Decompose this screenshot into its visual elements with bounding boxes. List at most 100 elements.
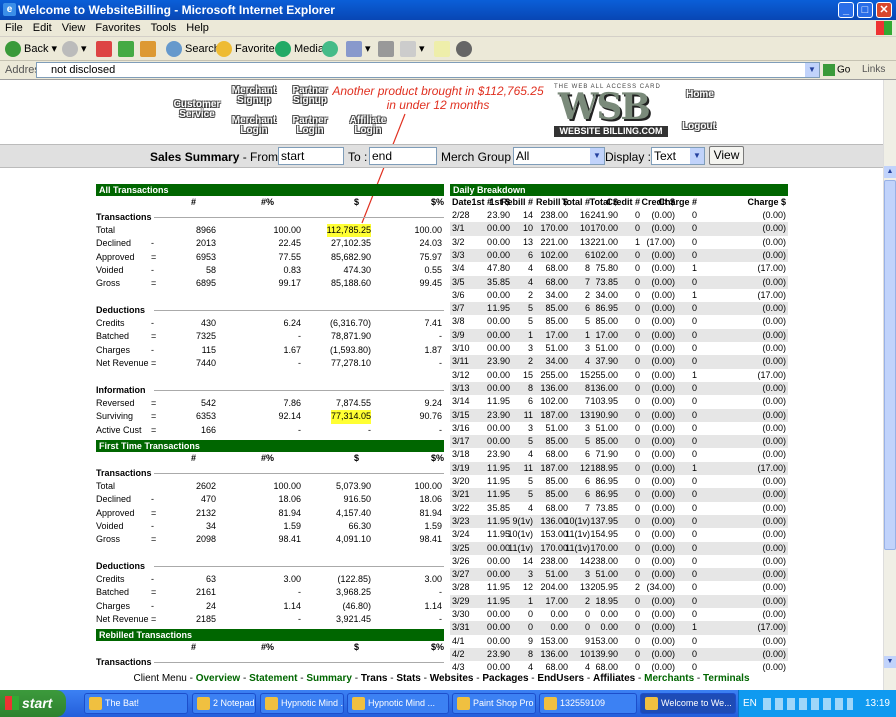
edit-button[interactable]: ▾: [400, 40, 425, 58]
cell: 99.45: [419, 278, 442, 289]
daily-cell: (0.00): [762, 529, 786, 540]
to-input[interactable]: end: [369, 147, 437, 165]
start-button[interactable]: start: [0, 690, 66, 717]
cell: 0.83: [283, 264, 301, 275]
taskbar-button[interactable]: Welcome to We...: [640, 693, 736, 714]
logout-link[interactable]: Logout: [678, 122, 720, 132]
menu-favorites[interactable]: Favorites: [90, 20, 145, 36]
daily-cell: 34.00: [545, 356, 568, 367]
scroll-up-button[interactable]: ▲: [884, 166, 896, 178]
menu-help[interactable]: Help: [181, 20, 214, 36]
view-button[interactable]: View: [709, 146, 744, 165]
cell: 9.24: [424, 398, 442, 408]
menu-edit[interactable]: Edit: [28, 20, 57, 36]
daily-cell: 3/9: [452, 329, 465, 340]
address-dropdown-icon[interactable]: ▼: [805, 63, 819, 77]
daily-cell: 0: [634, 595, 640, 606]
media-button[interactable]: Media: [275, 40, 324, 58]
taskbar-button[interactable]: The Bat!: [84, 693, 188, 714]
daily-column-header: Total #: [561, 197, 590, 207]
search-button[interactable]: Search: [166, 40, 220, 58]
merch-group-select[interactable]: All ▼: [513, 147, 605, 165]
daily-cell: 5: [527, 436, 533, 447]
refresh-icon: [118, 41, 134, 58]
messenger-button[interactable]: [456, 40, 475, 58]
display-select[interactable]: Text ▼: [651, 147, 705, 165]
minimize-button[interactable]: _: [838, 2, 854, 18]
daily-row: 3/5 3 5.85 4 68.00 7 73.85 0 (0.00) 0 (0.00): [450, 275, 788, 289]
taskbar-button[interactable]: Hypnotic Mind ...: [260, 693, 344, 714]
client-menu-link[interactable]: Stats: [396, 673, 420, 684]
client-menu-link[interactable]: Websites: [430, 673, 474, 684]
daily-cell: 0: [691, 236, 697, 247]
daily-cell: 4: [584, 356, 590, 367]
client-menu-link[interactable]: EndUsers: [537, 673, 584, 684]
daily-cell: 1.95: [492, 582, 510, 593]
client-menu-link[interactable]: Overview: [196, 673, 240, 684]
menu-tools[interactable]: Tools: [146, 20, 182, 36]
media-icon: [275, 41, 291, 58]
client-menu-link[interactable]: Affiliates: [593, 673, 635, 684]
daily-cell: (0.00): [762, 343, 786, 353]
daily-cell: (0.00): [651, 489, 675, 500]
links-button[interactable]: Links: [862, 64, 885, 75]
cell: 2098: [195, 534, 216, 545]
daily-cell: 0: [691, 316, 697, 327]
client-menu-link[interactable]: Merchants: [644, 673, 694, 684]
mail-button[interactable]: ▾: [346, 40, 371, 58]
address-input[interactable]: not disclosed ▼: [36, 62, 820, 78]
scroll-thumb[interactable]: [884, 180, 896, 550]
taskbar-button[interactable]: 2 Notepad: [192, 693, 256, 714]
client-menu-link[interactable]: Trans: [361, 673, 388, 684]
merchant-login-link[interactable]: Merchant Login: [228, 116, 280, 136]
refresh-button[interactable]: [118, 40, 137, 58]
client-menu-link[interactable]: Packages: [482, 673, 528, 684]
menu-view[interactable]: View: [57, 20, 91, 36]
client-menu-link[interactable]: Terminals: [703, 673, 750, 684]
browser-toolbar: Back ▾ ▾ Search Favorites Media ▾ ▾: [0, 37, 896, 61]
daily-cell: 6: [584, 476, 590, 486]
menu-file[interactable]: File: [0, 20, 28, 36]
cell: =: [151, 331, 157, 342]
taskbar-button[interactable]: Paint Shop Pro ...: [452, 693, 536, 714]
maximize-button[interactable]: □: [857, 2, 873, 18]
partner-login-link[interactable]: Partner Login: [288, 116, 332, 136]
home-link[interactable]: Home: [680, 90, 720, 100]
daily-cell: (0.00): [762, 316, 786, 327]
separator: -: [420, 673, 430, 684]
daily-cell: 153.00: [540, 635, 568, 646]
daily-cell: 68.00: [545, 263, 568, 274]
back-button[interactable]: Back ▾: [5, 40, 57, 58]
taskbar-button[interactable]: 132559109: [539, 693, 637, 714]
discuss-button[interactable]: [434, 40, 453, 58]
stop-button[interactable]: [96, 40, 115, 58]
affiliate-login-link[interactable]: Affiliate Login: [344, 116, 392, 136]
cell: 2185: [195, 613, 216, 624]
scroll-down-button[interactable]: ▼: [884, 656, 896, 668]
daily-cell: 3.90: [492, 210, 510, 220]
from-input[interactable]: start: [278, 147, 344, 165]
forward-button[interactable]: ▾: [62, 40, 87, 58]
close-button[interactable]: ✕: [876, 2, 892, 18]
taskbar-button[interactable]: Hypnotic Mind ...: [347, 693, 449, 714]
go-button[interactable]: Go: [823, 64, 850, 76]
daily-row: 3/19 1 1.95 11 187.00 12 188.95 0 (0.00) 1 (17.00): [450, 461, 788, 475]
daily-cell: (0.00): [651, 396, 675, 407]
cell: 470: [200, 494, 216, 505]
home-button[interactable]: [140, 40, 159, 58]
daily-cell: (0.00): [651, 462, 675, 473]
page-scrollbar[interactable]: ▲ ▼: [883, 80, 896, 690]
print-button[interactable]: [378, 40, 397, 58]
merchant-signup-link[interactable]: Merchant Signup: [228, 86, 280, 106]
customer-service-link[interactable]: Customer Service: [172, 100, 222, 120]
client-menu-link[interactable]: Summary: [306, 673, 352, 684]
daily-cell: 241.90: [590, 210, 618, 220]
favorites-button[interactable]: Favorites: [216, 40, 280, 58]
client-menu-link[interactable]: Statement: [249, 673, 297, 684]
history-button[interactable]: [322, 40, 341, 58]
daily-cell: 0: [691, 476, 697, 486]
partner-signup-link[interactable]: Partner Signup: [288, 86, 332, 106]
language-indicator[interactable]: EN: [743, 690, 757, 717]
daily-row: 4/2 2 3.90 8 136.00 10 139.90 0 (0.00) 0 (0.00): [450, 647, 788, 662]
daily-cell: (0.00): [651, 422, 675, 433]
